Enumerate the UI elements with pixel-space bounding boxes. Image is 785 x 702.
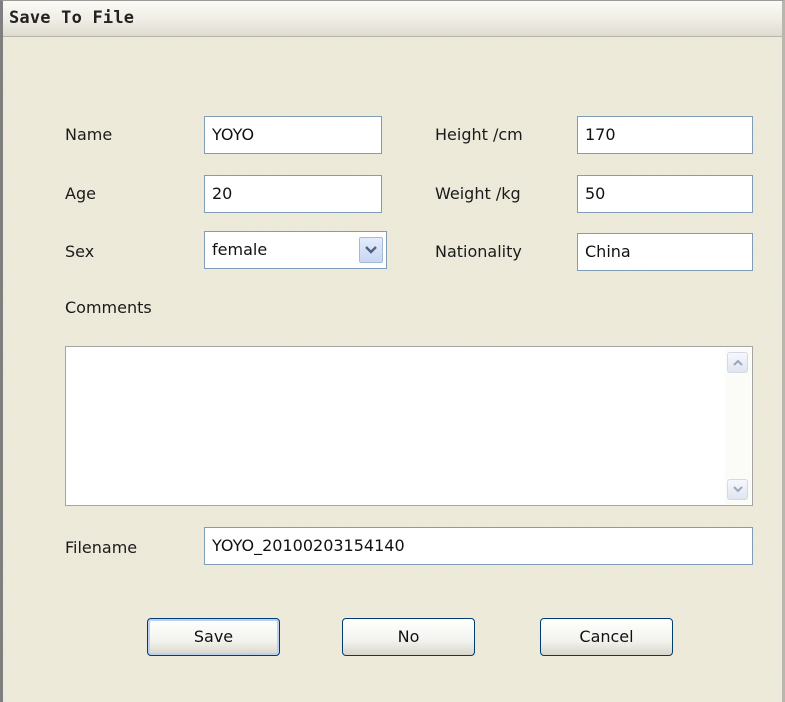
sex-label: Sex <box>65 242 95 261</box>
chevron-down-icon <box>365 246 377 254</box>
scroll-down-button[interactable] <box>727 479 748 500</box>
save-to-file-dialog: Save To File Name YOYO Age 20 Sex female… <box>0 0 785 702</box>
no-button[interactable]: No <box>342 618 475 656</box>
comments-textarea[interactable] <box>65 346 753 506</box>
nationality-field[interactable]: China <box>577 233 753 271</box>
title-bar[interactable]: Save To File <box>3 1 782 37</box>
comments-scrollbar[interactable] <box>725 348 751 504</box>
age-field[interactable]: 20 <box>204 175 382 213</box>
arrow-down-icon <box>733 486 743 493</box>
scroll-up-button[interactable] <box>727 352 748 373</box>
filename-label: Filename <box>65 538 138 557</box>
weight-field[interactable]: 50 <box>577 175 753 213</box>
sex-dropdown-button[interactable] <box>359 237 383 263</box>
cancel-button[interactable]: Cancel <box>540 618 673 656</box>
nationality-label: Nationality <box>435 242 522 261</box>
weight-label: Weight /kg <box>435 184 521 203</box>
height-label: Height /cm <box>435 125 523 144</box>
sex-select[interactable]: female <box>204 231 387 269</box>
age-label: Age <box>65 184 96 203</box>
arrow-up-icon <box>733 359 743 366</box>
dialog-title: Save To File <box>9 8 135 28</box>
sex-select-value: female <box>212 240 268 259</box>
save-button[interactable]: Save <box>147 618 280 656</box>
name-label: Name <box>65 125 113 144</box>
height-field[interactable]: 170 <box>577 116 753 154</box>
name-field[interactable]: YOYO <box>204 116 382 154</box>
comments-label: Comments <box>65 298 152 317</box>
filename-field[interactable]: YOYO_20100203154140 <box>204 527 753 565</box>
